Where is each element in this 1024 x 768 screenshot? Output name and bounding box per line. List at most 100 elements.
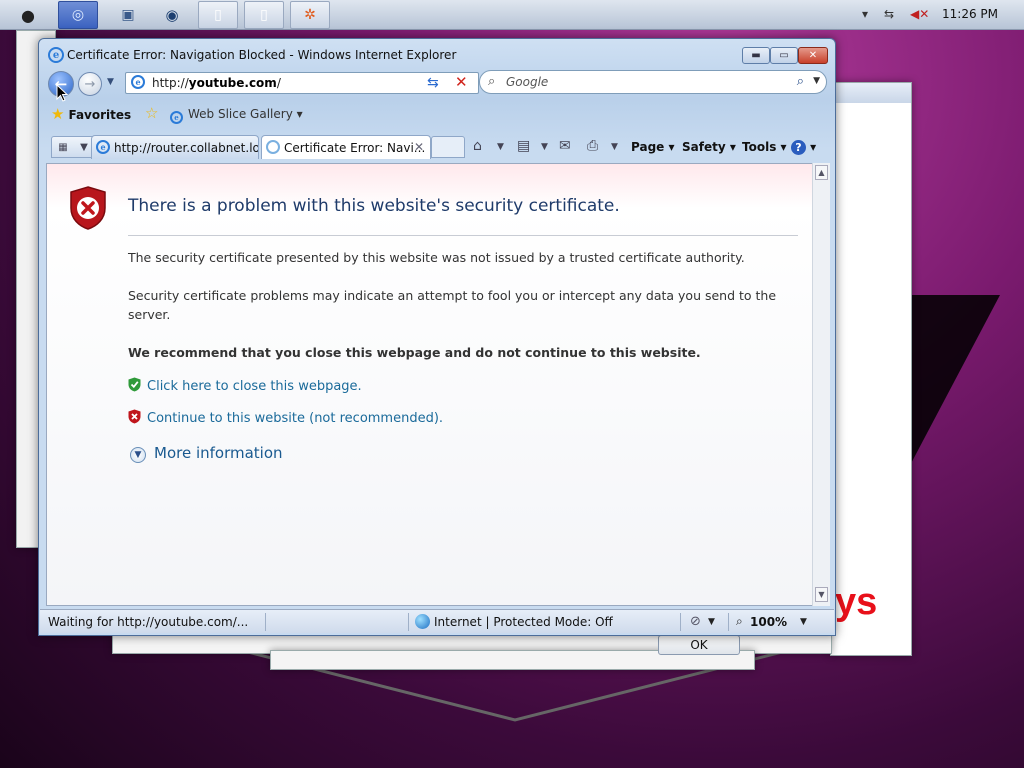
- tab-certificate-error[interactable]: Certificate Error: Navi... ✕: [261, 135, 431, 159]
- error-heading: There is a problem with this website's s…: [128, 196, 620, 216]
- search-input[interactable]: Google: [506, 75, 548, 89]
- quick-tabs-button[interactable]: ▦ ▼: [51, 136, 95, 158]
- document-icon: ▯: [214, 7, 222, 23]
- warning-text: Security certificate problems may indica…: [128, 288, 777, 322]
- status-divider: [408, 613, 409, 631]
- maximize-button[interactable]: ▭: [770, 47, 798, 64]
- vertical-scrollbar[interactable]: ▲ ▼: [812, 163, 830, 606]
- status-bar: Waiting for http://youtube.com/... Inter…: [40, 609, 834, 633]
- forward-button[interactable]: →: [78, 72, 102, 96]
- unsafe-shield-icon: [128, 409, 141, 424]
- print-icon[interactable]: ⎙: [587, 138, 598, 154]
- background-dialog: ys: [830, 82, 912, 656]
- tab-favicon-icon: e: [96, 140, 110, 154]
- background-dialog-text: ys: [835, 581, 878, 623]
- print-dropdown-icon[interactable]: ▼: [611, 142, 618, 152]
- page-menu-label: Page: [631, 140, 665, 154]
- close-button[interactable]: ✕: [798, 47, 828, 64]
- tools-menu-label: Tools: [742, 140, 777, 154]
- ie-window: e Certificate Error: Navigation Blocked …: [38, 38, 836, 636]
- web-slice-gallery-link[interactable]: e Web Slice Gallery ▾: [170, 107, 303, 124]
- read-mail-icon[interactable]: ✉: [559, 138, 571, 154]
- status-divider: [728, 613, 729, 631]
- top-panel: ● ◎ ▣ ◉ ▯ ▯ ✲ ▾ ⇆ ◀✕ 11:26 PM: [0, 0, 1024, 30]
- search-options-dropdown-icon[interactable]: ▼: [813, 76, 820, 86]
- volume-muted-icon[interactable]: ◀✕: [910, 7, 929, 21]
- network-icon[interactable]: ⇆: [884, 7, 894, 21]
- explanation-text: The security certificate presented by th…: [128, 250, 745, 265]
- popup-dropdown-icon[interactable]: ▼: [708, 617, 715, 627]
- ubuntu-icon: ✲: [304, 7, 316, 23]
- minimize-button[interactable]: ▬: [742, 47, 770, 64]
- security-zone-text[interactable]: Internet | Protected Mode: Off: [434, 615, 613, 629]
- stop-icon[interactable]: ✕: [455, 73, 468, 91]
- status-divider: [265, 613, 266, 631]
- ok-button[interactable]: OK: [658, 635, 740, 655]
- continue-to-website-link[interactable]: Continue to this website (not recommende…: [128, 409, 443, 426]
- document-icon: ▯: [260, 7, 268, 23]
- address-url[interactable]: http://youtube.com/: [152, 76, 281, 90]
- favorites-button[interactable]: ★ Favorites: [51, 105, 131, 123]
- safe-shield-icon: [128, 377, 141, 392]
- recommendation-text: We recommend that you close this webpage…: [128, 345, 701, 360]
- popup-blocker-icon[interactable]: ⊘: [690, 614, 701, 629]
- status-divider: [680, 613, 681, 631]
- tray-menu-arrow-icon[interactable]: ▾: [862, 7, 868, 21]
- address-path: /: [276, 76, 281, 90]
- tab-router[interactable]: e http://router.collabnet.lo...: [91, 135, 259, 159]
- window-title: Certificate Error: Navigation Blocked - …: [67, 48, 457, 62]
- heading-divider: [128, 235, 798, 236]
- home-icon[interactable]: ⌂: [473, 138, 482, 154]
- search-provider-icon: ⌕: [488, 74, 496, 89]
- scroll-up-arrow-icon[interactable]: ▲: [815, 165, 828, 180]
- ubuntu-launcher-button[interactable]: ✲: [290, 1, 330, 29]
- help-menu[interactable]: ? ▾: [791, 140, 816, 155]
- home-dropdown-icon[interactable]: ▼: [497, 142, 504, 152]
- search-icon[interactable]: ⌕: [797, 74, 804, 89]
- tools-menu[interactable]: Tools ▾: [742, 140, 787, 154]
- zoom-level[interactable]: 100%: [750, 615, 787, 629]
- recent-pages-dropdown-icon[interactable]: ▼: [107, 77, 114, 87]
- feeds-icon[interactable]: ▤: [517, 138, 530, 154]
- document-launcher-button-2[interactable]: ▯: [244, 1, 284, 29]
- favorites-bar: ★ Favorites ☆ e Web Slice Gallery ▾: [45, 101, 829, 127]
- more-information-label: More information: [154, 444, 283, 462]
- web-slice-icon: e: [170, 111, 183, 124]
- address-bar[interactable]: e http://youtube.com/ ▼: [125, 72, 508, 94]
- loading-icon: [266, 140, 280, 154]
- refresh-icon[interactable]: ⇆: [427, 75, 439, 91]
- search-box[interactable]: ⌕ Google ⌕ ▼: [479, 70, 827, 94]
- media-launcher-button[interactable]: ◉: [152, 1, 192, 29]
- favorites-label: Favorites: [68, 108, 132, 122]
- quick-tabs-icon: ▦: [58, 141, 68, 153]
- zoom-dropdown-icon[interactable]: ▼: [800, 617, 807, 627]
- close-webpage-link[interactable]: Click here to close this webpage.: [128, 377, 362, 394]
- tab-label: Certificate Error: Navi...: [284, 141, 426, 155]
- tab-label: http://router.collabnet.lo...: [114, 141, 259, 155]
- photos-launcher-button[interactable]: ▣: [108, 1, 148, 29]
- zoom-icon[interactable]: ⌕: [736, 614, 743, 629]
- tab-close-icon[interactable]: ✕: [414, 140, 424, 154]
- document-launcher-button-1[interactable]: ▯: [198, 1, 238, 29]
- clock[interactable]: 11:26 PM: [942, 7, 998, 21]
- tab-list-dropdown-icon[interactable]: ▼: [80, 142, 88, 153]
- feeds-dropdown-icon[interactable]: ▼: [541, 142, 548, 152]
- safety-menu[interactable]: Safety ▾: [682, 140, 736, 154]
- page-menu[interactable]: Page ▾: [631, 140, 675, 154]
- title-bar[interactable]: e Certificate Error: Navigation Blocked …: [39, 39, 835, 69]
- add-to-favorites-bar-icon[interactable]: ☆: [145, 104, 158, 122]
- address-domain: youtube.com: [188, 76, 277, 90]
- tab-row: ▦ ▼ e http://router.collabnet.lo... Certi…: [45, 133, 829, 161]
- more-information-toggle[interactable]: ▼ More information: [130, 444, 283, 463]
- media-icon: ◉: [165, 6, 179, 24]
- favorites-star-icon: ★: [51, 105, 65, 123]
- continue-label: Continue to this website (not recommende…: [147, 411, 444, 426]
- status-text: Waiting for http://youtube.com/...: [48, 615, 249, 629]
- scroll-down-arrow-icon[interactable]: ▼: [815, 587, 828, 602]
- close-webpage-label: Click here to close this webpage.: [147, 379, 362, 394]
- browser-launcher-button[interactable]: ◎: [58, 1, 98, 29]
- ie-logo-icon: e: [48, 47, 64, 63]
- error-shield-icon: [70, 186, 106, 230]
- new-tab-button[interactable]: [431, 136, 465, 158]
- apple-menu-button[interactable]: ●: [8, 1, 48, 29]
